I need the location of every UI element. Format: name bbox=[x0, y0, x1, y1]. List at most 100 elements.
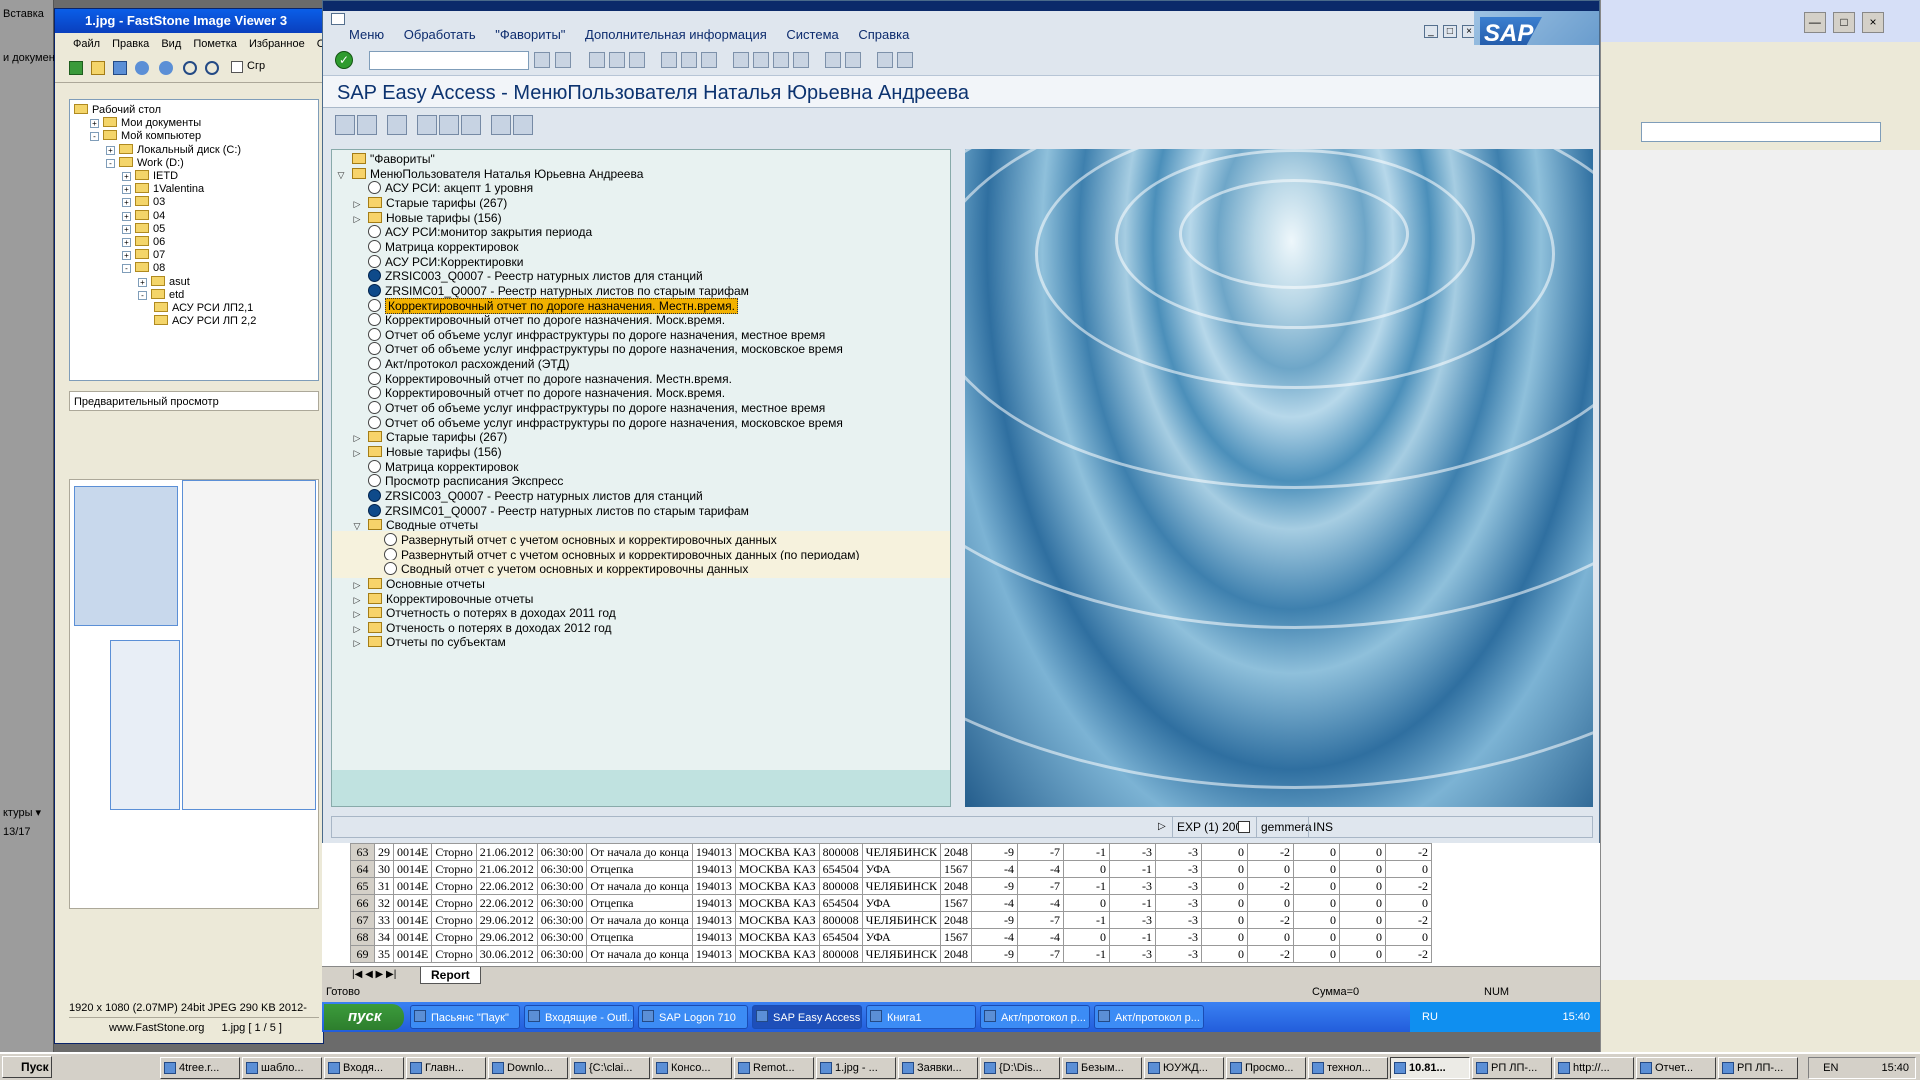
table-cell[interactable]: 0 bbox=[1062, 928, 1110, 946]
maximize-button[interactable]: □ bbox=[1442, 25, 1457, 38]
remote-taskbar-button[interactable]: Акт/протокол р... bbox=[980, 1005, 1090, 1029]
table-cell[interactable]: 800008 bbox=[818, 877, 863, 895]
table-cell[interactable]: -1 bbox=[1062, 911, 1110, 929]
table-cell[interactable]: 0 bbox=[1292, 843, 1340, 861]
table-cell[interactable]: 0 bbox=[1246, 894, 1294, 912]
expand-icon[interactable]: + bbox=[122, 198, 131, 208]
table-cell[interactable]: 0 bbox=[1200, 843, 1248, 861]
dropdown-icon[interactable] bbox=[534, 52, 550, 68]
table-cell[interactable]: МОСКВА КАЗ bbox=[734, 945, 820, 963]
table-cell[interactable]: -3 bbox=[1154, 945, 1202, 963]
table-cell[interactable]: -2 bbox=[1246, 843, 1294, 861]
table-cell[interactable]: -7 bbox=[1016, 877, 1064, 895]
table-cell[interactable]: -9 bbox=[970, 945, 1018, 963]
collapse-icon[interactable]: - bbox=[138, 290, 147, 300]
table-cell[interactable]: Сторно bbox=[431, 928, 477, 946]
host-taskbar-button[interactable]: Просмо... bbox=[1226, 1057, 1306, 1079]
row-header[interactable]: 63 bbox=[350, 843, 375, 861]
sheet-nav-arrows[interactable]: |◀ ◀ ▶ ▶| bbox=[352, 969, 396, 980]
table-cell[interactable]: 194013 bbox=[691, 843, 736, 861]
table-cell[interactable]: Сторно bbox=[431, 945, 477, 963]
command-field[interactable] bbox=[369, 51, 529, 70]
table-cell[interactable]: ЧЕЛЯБИНСК bbox=[861, 945, 941, 963]
table-cell[interactable]: -2 bbox=[1384, 843, 1432, 861]
table-cell[interactable]: 0 bbox=[1338, 860, 1386, 878]
table-cell[interactable]: 0014Е bbox=[392, 860, 433, 878]
table-cell[interactable]: -3 bbox=[1154, 877, 1202, 895]
table-cell[interactable]: От начала до конца bbox=[586, 945, 693, 963]
expand-icon[interactable]: + bbox=[122, 185, 131, 195]
table-cell[interactable]: Сторно bbox=[431, 877, 477, 895]
table-cell[interactable]: -3 bbox=[1108, 911, 1156, 929]
system-info-icon[interactable] bbox=[1238, 821, 1250, 833]
remote-taskbar-button[interactable]: Книга1 bbox=[866, 1005, 976, 1029]
spreadsheet-grid[interactable]: 63 29 0014Е Сторно 21.06.2012 06:30:00 От нача… bbox=[322, 843, 1600, 983]
table-cell[interactable]: 2048 bbox=[939, 843, 972, 861]
thumbnail-area[interactable] bbox=[69, 479, 319, 909]
table-cell[interactable]: Отцепка bbox=[586, 860, 693, 878]
row-header[interactable]: 69 bbox=[350, 945, 375, 963]
thumbnail-image[interactable] bbox=[110, 640, 180, 810]
table-cell[interactable]: -3 bbox=[1154, 860, 1202, 878]
host-taskbar-button[interactable]: шабло... bbox=[242, 1057, 322, 1079]
sap-menu-help[interactable]: Справка bbox=[858, 27, 909, 42]
table-cell[interactable]: 0 bbox=[1338, 911, 1386, 929]
table-cell[interactable]: -1 bbox=[1108, 928, 1156, 946]
delete-favorite-icon[interactable] bbox=[439, 115, 459, 135]
table-cell[interactable]: УФА bbox=[861, 860, 941, 878]
table-cell[interactable]: -2 bbox=[1384, 911, 1432, 929]
go-up-icon[interactable] bbox=[69, 61, 83, 75]
expand-icon[interactable]: + bbox=[122, 224, 131, 234]
open-folder-icon[interactable] bbox=[335, 115, 355, 135]
table-cell[interactable]: 0 bbox=[1200, 928, 1248, 946]
fs-menu-edit[interactable]: Правка bbox=[112, 38, 149, 50]
close-button[interactable]: × bbox=[1862, 12, 1884, 33]
table-cell[interactable]: МОСКВА КАЗ bbox=[734, 894, 820, 912]
table-cell[interactable]: 0 bbox=[1200, 911, 1248, 929]
fs-menu-view[interactable]: Вид bbox=[161, 38, 181, 50]
table-cell[interactable]: 0 bbox=[1246, 860, 1294, 878]
host-taskbar-button[interactable]: РП ЛП-... bbox=[1472, 1057, 1552, 1079]
table-cell[interactable]: 194013 bbox=[691, 911, 736, 929]
table-cell[interactable]: -4 bbox=[1016, 860, 1064, 878]
table-cell[interactable]: 21.06.2012 bbox=[475, 843, 538, 861]
enter-icon[interactable]: ✓ bbox=[335, 51, 353, 69]
table-cell[interactable]: 0014Е bbox=[392, 843, 433, 861]
row-header[interactable]: 66 bbox=[350, 894, 375, 912]
table-cell[interactable]: -7 bbox=[1016, 843, 1064, 861]
table-cell[interactable]: -4 bbox=[1016, 928, 1064, 946]
host-taskbar-button[interactable]: Remot... bbox=[734, 1057, 814, 1079]
host-taskbar-button[interactable]: ЮУЖД... bbox=[1144, 1057, 1224, 1079]
table-cell[interactable]: 29.06.2012 bbox=[475, 928, 538, 946]
table-cell[interactable]: 194013 bbox=[691, 877, 736, 895]
last-page-icon[interactable] bbox=[793, 52, 809, 68]
table-cell[interactable]: 0 bbox=[1062, 860, 1110, 878]
host-taskbar-button[interactable]: Downlo... bbox=[488, 1057, 568, 1079]
table-cell[interactable]: -1 bbox=[1108, 860, 1156, 878]
save-icon[interactable] bbox=[555, 52, 571, 68]
table-cell[interactable]: -3 bbox=[1154, 894, 1202, 912]
table-cell[interactable]: -2 bbox=[1246, 911, 1294, 929]
table-cell[interactable]: 34 bbox=[374, 928, 394, 946]
first-page-icon[interactable] bbox=[733, 52, 749, 68]
table-cell[interactable]: -7 bbox=[1016, 911, 1064, 929]
table-cell[interactable]: Сторно bbox=[431, 911, 477, 929]
table-cell[interactable]: 2048 bbox=[939, 945, 972, 963]
move-down-icon[interactable] bbox=[491, 115, 511, 135]
remote-taskbar-button[interactable]: Акт/протокол р... bbox=[1094, 1005, 1204, 1029]
table-cell[interactable]: МОСКВА КАЗ bbox=[734, 843, 820, 861]
table-cell[interactable]: -7 bbox=[1016, 945, 1064, 963]
shortcut-icon[interactable] bbox=[845, 52, 861, 68]
table-cell[interactable]: 31 bbox=[374, 877, 394, 895]
back-icon[interactable] bbox=[589, 52, 605, 68]
add-favorite-icon[interactable] bbox=[417, 115, 437, 135]
table-cell[interactable]: 2048 bbox=[939, 911, 972, 929]
table-cell[interactable]: 0 bbox=[1292, 945, 1340, 963]
host-taskbar-button[interactable]: 10.81... bbox=[1390, 1057, 1470, 1079]
host-start-button[interactable]: Пуск bbox=[2, 1056, 52, 1078]
table-cell[interactable]: 21.06.2012 bbox=[475, 860, 538, 878]
host-taskbar-button[interactable]: Заявки... bbox=[898, 1057, 978, 1079]
table-cell[interactable]: ЧЕЛЯБИНСК bbox=[861, 843, 941, 861]
expand-icon[interactable]: + bbox=[122, 251, 131, 261]
table-cell[interactable]: -1 bbox=[1108, 894, 1156, 912]
